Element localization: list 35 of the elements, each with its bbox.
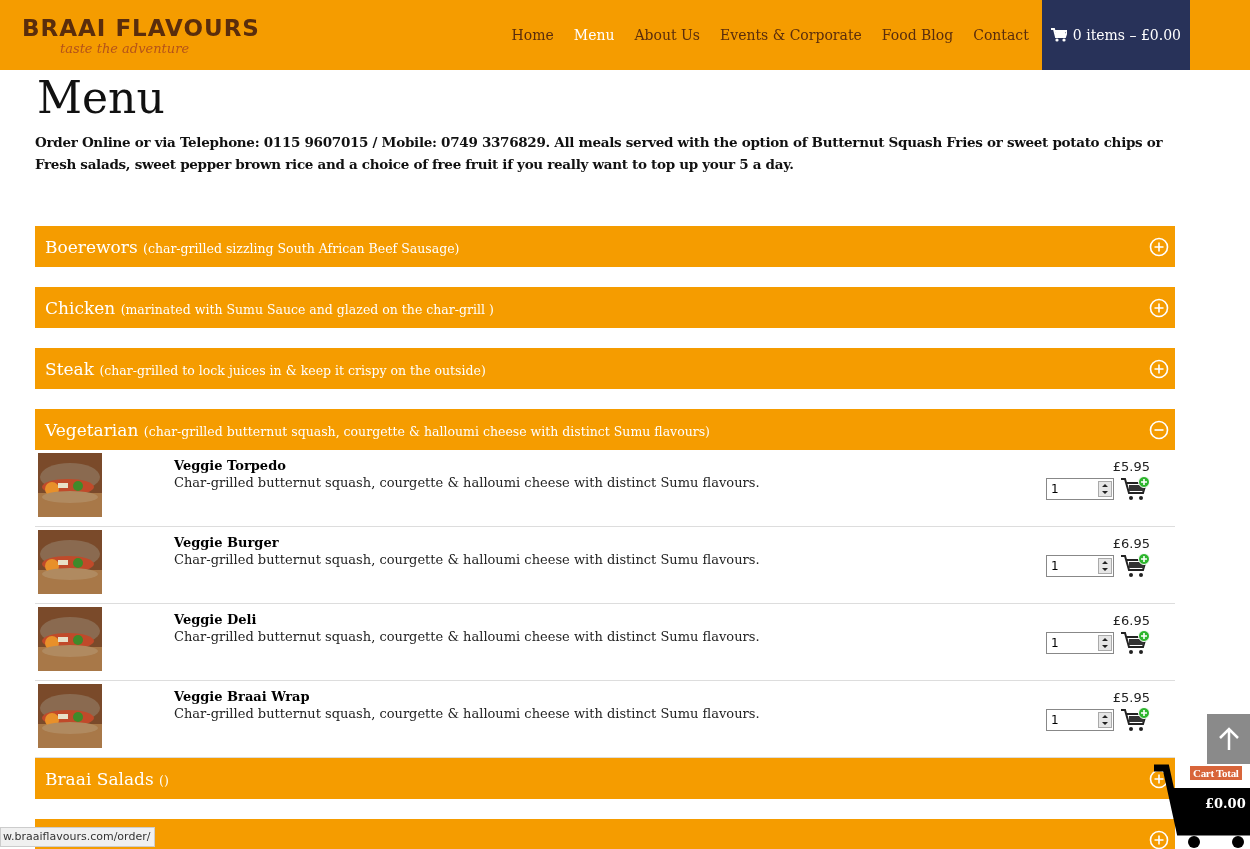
spinner-icon[interactable]	[1098, 712, 1112, 728]
add-to-cart-icon[interactable]	[1120, 707, 1150, 733]
scroll-top-button[interactable]	[1207, 714, 1250, 764]
add-to-cart-icon[interactable]	[1120, 553, 1150, 579]
nav-link[interactable]: Home	[511, 27, 554, 43]
spinner-icon[interactable]	[1098, 635, 1112, 651]
nav-link[interactable]: About Us	[634, 27, 701, 43]
add-to-cart-icon[interactable]	[1120, 476, 1150, 502]
item-price: £6.95	[1112, 613, 1150, 628]
spinner-icon[interactable]	[1098, 558, 1112, 574]
nav-link[interactable]: Contact	[973, 27, 1029, 43]
cart-total-amount: £0.00	[1205, 796, 1246, 811]
cart-icon	[1050, 28, 1067, 42]
item-description: Char-grilled butternut squash, courgette & halloumi cheese with distinct Sumu flavours.	[174, 706, 761, 721]
logo-tagline: taste the adventure	[60, 40, 191, 56]
cart-link[interactable]: 0 items – £0.00	[1041, 0, 1190, 70]
item-name: Veggie Deli	[174, 612, 258, 627]
item-description: Char-grilled butternut squash, courgette & halloumi cheese with distinct Sumu flavours.	[174, 552, 761, 567]
item-description: Char-grilled butternut squash, courgette & halloumi cheese with distinct Sumu flavours.	[174, 475, 761, 490]
nav-link[interactable]: Events & Corporate	[720, 27, 862, 43]
nav-link[interactable]: Food Blog	[881, 27, 954, 43]
item-name: Veggie Braai Wrap	[174, 689, 311, 704]
status-url: w.braaiflavours.com/order/	[0, 827, 156, 847]
item-price: £5.95	[1112, 459, 1150, 474]
intro-text: Order Online or via Telephone: 0115 9607015 / Mobile: 0749 3376829. All meals served with the option of Butternut Squash Fries or sweet potato chips or Fresh salads, sweet pepper brown rice and a choice of free fruit if you really want to top up your 5 a day.	[35, 133, 1164, 174]
item-price: £5.95	[1112, 690, 1150, 705]
item-name: Veggie Burger	[174, 535, 280, 550]
item-name: Veggie Torpedo	[174, 458, 287, 473]
cart-total-label: Cart Total	[1190, 766, 1242, 780]
add-to-cart-icon[interactable]	[1120, 630, 1150, 656]
logo-wordmark[interactable]: BRAAI FLAVOURS	[22, 14, 260, 41]
item-price: £6.95	[1112, 536, 1150, 551]
page-title: Menu	[37, 72, 166, 124]
item-description: Char-grilled butternut squash, courgette & halloumi cheese with distinct Sumu flavours.	[174, 629, 761, 644]
spinner-icon[interactable]	[1098, 481, 1112, 497]
